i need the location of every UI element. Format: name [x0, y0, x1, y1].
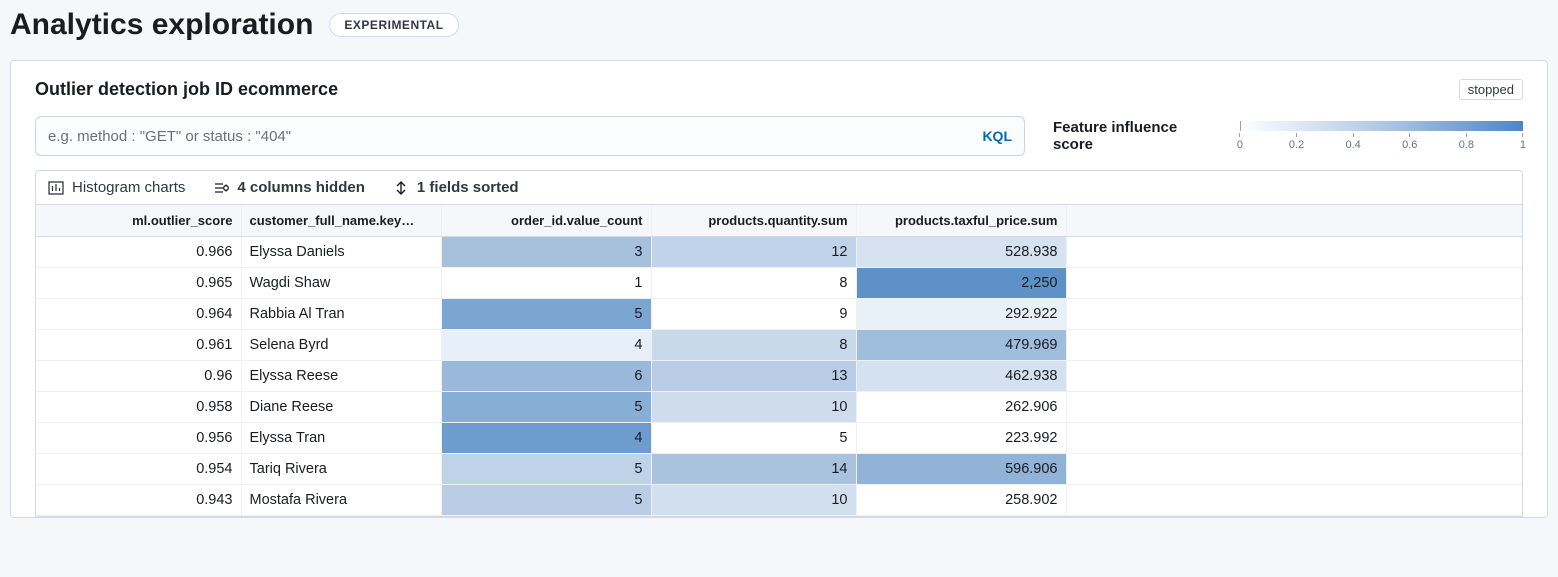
cell-price: 528.938 — [856, 237, 1066, 268]
cell-price: 223.992 — [856, 423, 1066, 454]
cell-score: 0.954 — [36, 454, 241, 485]
cell-order: 4 — [441, 330, 651, 361]
search-bar[interactable]: KQL — [35, 116, 1025, 156]
cell-score: 0.96 — [36, 361, 241, 392]
cell-filler — [1066, 330, 1522, 361]
cell-qty: 9 — [651, 299, 856, 330]
cell-price: 292.922 — [856, 299, 1066, 330]
table-row[interactable]: 0.966Elyssa Daniels312528.938 — [36, 237, 1522, 268]
cell-filler — [1066, 268, 1522, 299]
cell-qty: 8 — [651, 330, 856, 361]
column-header-order[interactable]: order_id.value_count — [441, 205, 651, 237]
results-panel: Outlier detection job ID ecommerce stopp… — [10, 60, 1548, 518]
cell-name: Diane Reese — [241, 392, 441, 423]
table-row[interactable]: 0.943Mostafa Rivera510258.902 — [36, 485, 1522, 516]
hidden-columns-label: 4 columns hidden — [237, 179, 365, 196]
cell-score: 0.965 — [36, 268, 241, 299]
cell-filler — [1066, 237, 1522, 268]
table-row[interactable]: 0.964Rabbia Al Tran59292.922 — [36, 299, 1522, 330]
hidden-columns-button[interactable]: 4 columns hidden — [213, 179, 365, 196]
column-header-score[interactable]: ml.outlier_score — [36, 205, 241, 237]
cell-name: Rabbia Al Tran — [241, 299, 441, 330]
cell-order: 5 — [441, 454, 651, 485]
cell-score: 0.958 — [36, 392, 241, 423]
cell-qty: 14 — [651, 454, 856, 485]
legend-gradient: 00.20.40.60.81 — [1240, 121, 1523, 151]
sorted-fields-button[interactable]: 1 fields sorted — [393, 179, 519, 196]
cell-order: 1 — [441, 268, 651, 299]
results-table: ml.outlier_score customer_full_name.key…… — [36, 205, 1522, 516]
cell-qty: 10 — [651, 392, 856, 423]
cell-score: 0.961 — [36, 330, 241, 361]
cell-name: Tariq Rivera — [241, 454, 441, 485]
table-row[interactable]: 0.958Diane Reese510262.906 — [36, 392, 1522, 423]
cell-score: 0.964 — [36, 299, 241, 330]
cell-qty: 8 — [651, 268, 856, 299]
cell-qty: 10 — [651, 485, 856, 516]
cell-filler — [1066, 361, 1522, 392]
column-header-price[interactable]: products.taxful_price.sum — [856, 205, 1066, 237]
experimental-badge: EXPERIMENTAL — [329, 13, 458, 37]
results-table-container: Histogram charts 4 columns hidden — [35, 170, 1523, 517]
table-row[interactable]: 0.96Elyssa Reese613462.938 — [36, 361, 1522, 392]
cell-score: 0.956 — [36, 423, 241, 454]
cell-order: 5 — [441, 392, 651, 423]
sort-icon — [393, 180, 409, 196]
cell-filler — [1066, 299, 1522, 330]
cell-price: 2,250 — [856, 268, 1066, 299]
cell-filler — [1066, 423, 1522, 454]
table-row[interactable]: 0.965Wagdi Shaw182,250 — [36, 268, 1522, 299]
job-status-badge: stopped — [1459, 79, 1523, 100]
histogram-charts-toggle[interactable]: Histogram charts — [48, 179, 185, 196]
table-row[interactable]: 0.961Selena Byrd48479.969 — [36, 330, 1522, 361]
page-title: Analytics exploration — [10, 8, 313, 42]
table-row[interactable]: 0.954Tariq Rivera514596.906 — [36, 454, 1522, 485]
cell-qty: 5 — [651, 423, 856, 454]
cell-price: 462.938 — [856, 361, 1066, 392]
cell-price: 258.902 — [856, 485, 1066, 516]
column-header-qty[interactable]: products.quantity.sum — [651, 205, 856, 237]
cell-order: 6 — [441, 361, 651, 392]
cell-qty: 13 — [651, 361, 856, 392]
cell-qty: 12 — [651, 237, 856, 268]
cell-order: 5 — [441, 299, 651, 330]
cell-price: 479.969 — [856, 330, 1066, 361]
panel-title: Outlier detection job ID ecommerce — [35, 79, 338, 100]
cell-score: 0.966 — [36, 237, 241, 268]
cell-order: 5 — [441, 485, 651, 516]
cell-filler — [1066, 454, 1522, 485]
cell-name: Mostafa Rivera — [241, 485, 441, 516]
cell-price: 596.906 — [856, 454, 1066, 485]
search-input[interactable] — [48, 128, 982, 145]
table-row[interactable]: 0.956Elyssa Tran45223.992 — [36, 423, 1522, 454]
cell-name: Elyssa Tran — [241, 423, 441, 454]
cell-order: 4 — [441, 423, 651, 454]
columns-icon — [213, 180, 229, 196]
sorted-fields-label: 1 fields sorted — [417, 179, 519, 196]
cell-name: Elyssa Daniels — [241, 237, 441, 268]
cell-name: Wagdi Shaw — [241, 268, 441, 299]
query-language-toggle[interactable]: KQL — [982, 128, 1012, 144]
cell-score: 0.943 — [36, 485, 241, 516]
cell-name: Elyssa Reese — [241, 361, 441, 392]
cell-order: 3 — [441, 237, 651, 268]
cell-filler — [1066, 392, 1522, 423]
cell-price: 262.906 — [856, 392, 1066, 423]
cell-name: Selena Byrd — [241, 330, 441, 361]
legend-label: Feature influence score — [1053, 119, 1212, 153]
column-header-name[interactable]: customer_full_name.key… — [241, 205, 441, 237]
column-header-filler — [1066, 205, 1522, 237]
bar-chart-icon — [48, 180, 64, 196]
histogram-charts-label: Histogram charts — [72, 179, 185, 196]
cell-filler — [1066, 485, 1522, 516]
